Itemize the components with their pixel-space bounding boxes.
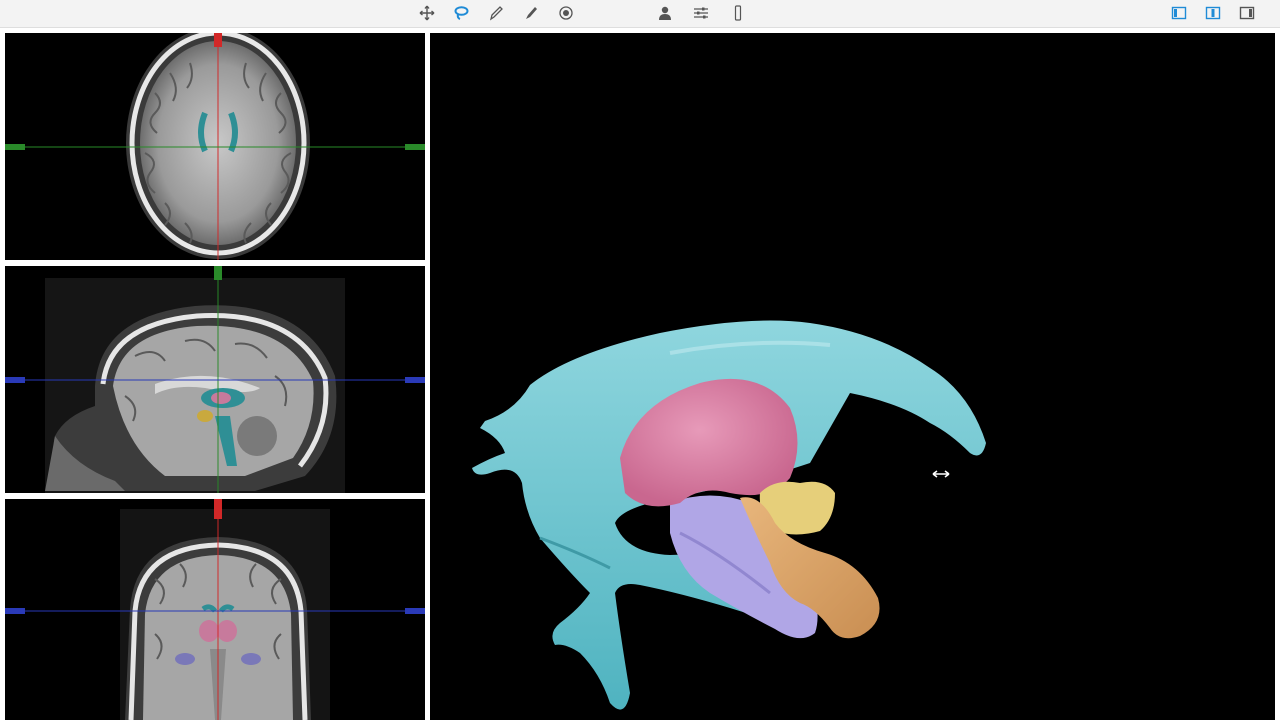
- sagittal-view[interactable]: [5, 266, 425, 493]
- pen-icon: [489, 6, 503, 21]
- layout-left-icon: [1171, 6, 1187, 20]
- sliders-icon: [694, 7, 708, 19]
- axial-mri-image: [5, 33, 425, 260]
- coronal-view[interactable]: [5, 499, 425, 720]
- brush-tool-button[interactable]: [519, 2, 543, 24]
- 3d-render-view[interactable]: [430, 33, 1275, 720]
- layout-center-icon: [1205, 6, 1221, 20]
- layout-left-button[interactable]: [1167, 2, 1191, 24]
- 3d-segmentation-render: [430, 33, 1275, 720]
- pen-tool-button[interactable]: [484, 2, 508, 24]
- sliders-tool-button[interactable]: [689, 2, 713, 24]
- layout-right-icon: [1239, 6, 1255, 20]
- slab-tool-button[interactable]: [726, 2, 750, 24]
- record-tool-button[interactable]: [554, 2, 578, 24]
- move-icon: [419, 5, 435, 21]
- layout-right-button[interactable]: [1235, 2, 1259, 24]
- toolbar: [0, 0, 1280, 28]
- axial-view[interactable]: [5, 33, 425, 260]
- record-icon: [559, 6, 573, 20]
- lasso-tool-button[interactable]: [449, 2, 473, 24]
- brush-icon: [526, 7, 537, 19]
- move-tool-button[interactable]: [415, 2, 439, 24]
- coronal-mri-image: [5, 499, 425, 720]
- slab-icon: [734, 5, 742, 21]
- lasso-icon: [454, 6, 469, 20]
- layout-center-button[interactable]: [1201, 2, 1225, 24]
- person-icon: [659, 6, 671, 20]
- person-tool-button[interactable]: [653, 2, 677, 24]
- sagittal-mri-image: [5, 266, 425, 493]
